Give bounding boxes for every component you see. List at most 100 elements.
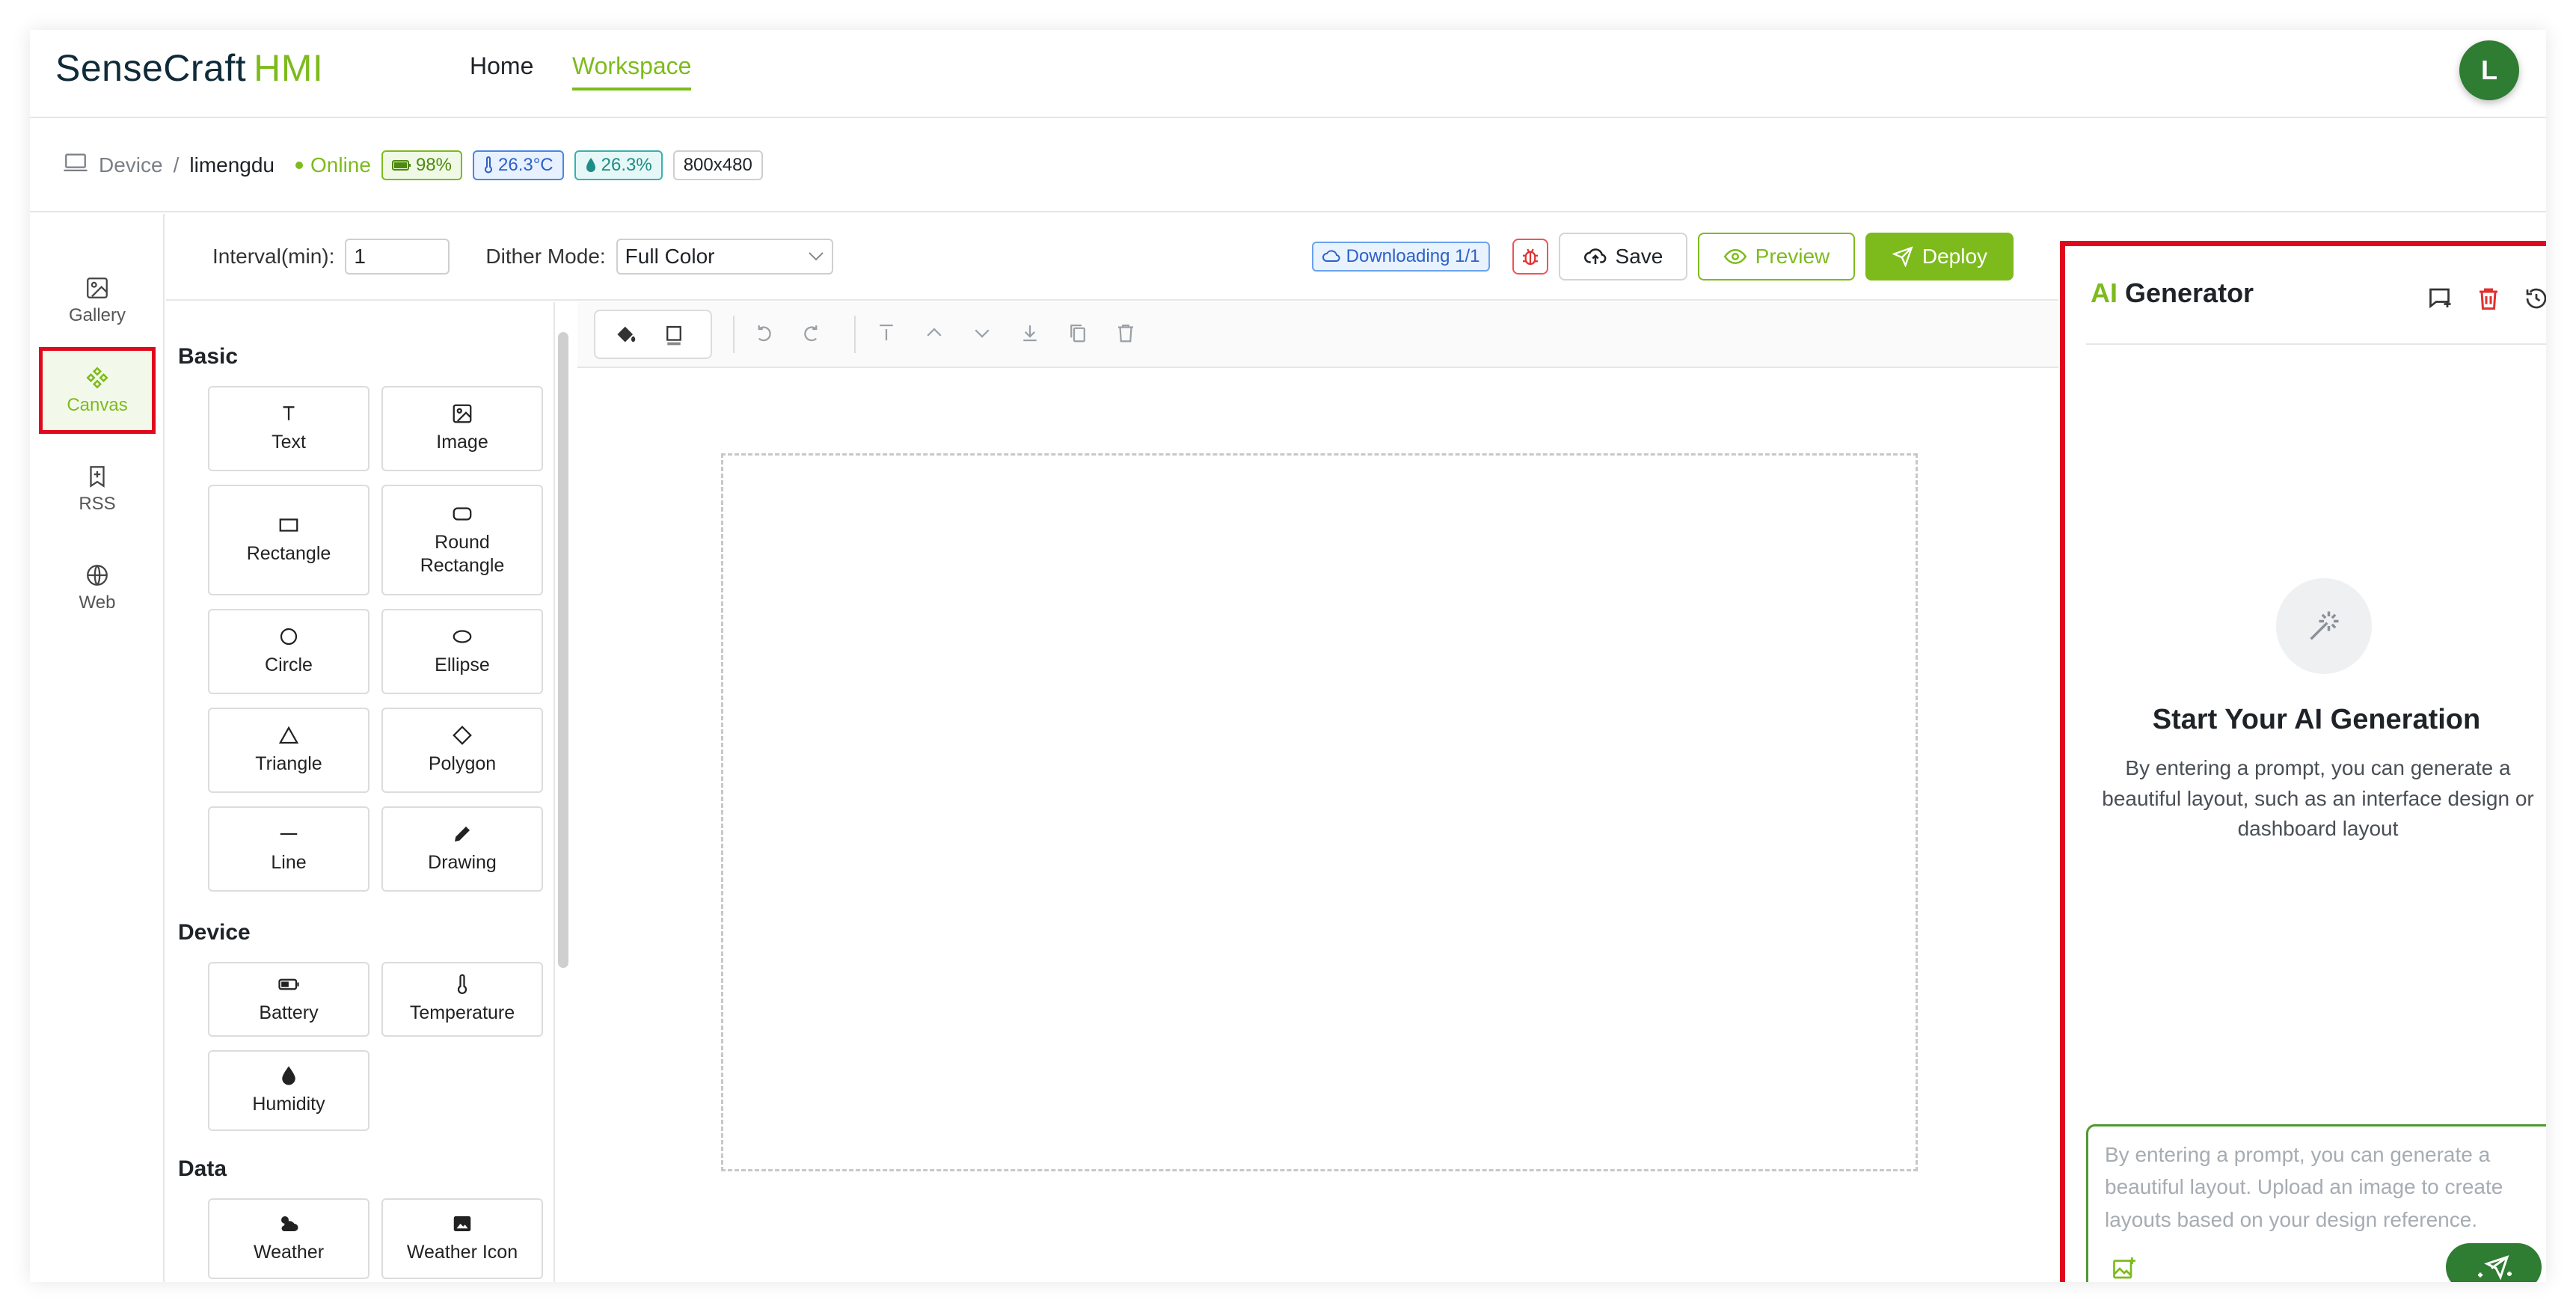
component-drawing[interactable]: Drawing [381, 806, 543, 892]
component-round-rectangle[interactable]: Round Rectangle [381, 485, 543, 595]
component-circle[interactable]: Circle [208, 609, 369, 694]
components-icon [86, 367, 108, 389]
laptop-icon [63, 152, 88, 180]
component-rectangle[interactable]: Rectangle [208, 485, 369, 595]
component-line[interactable]: Line [208, 806, 369, 892]
ai-generate-button[interactable] [2446, 1243, 2542, 1282]
picture-icon [453, 1216, 471, 1232]
component-battery[interactable]: Battery [208, 962, 369, 1037]
thermometer-icon [457, 974, 467, 995]
new-chat-icon[interactable] [2426, 283, 2456, 313]
redo-icon[interactable] [799, 320, 824, 346]
component-label: Round Rectangle [420, 531, 505, 576]
component-triangle[interactable]: Triangle [208, 708, 369, 793]
workspace-toolbar: Interval(min): 1 Dither Mode: Full Color… [166, 214, 2058, 301]
ai-title-rest: Generator [2125, 278, 2254, 308]
preview-button-label: Preview [1755, 245, 1830, 268]
battery-badge: 98% [381, 150, 462, 180]
sidebar-item-label: Gallery [68, 305, 126, 325]
sidebar-item-label: Web [79, 592, 116, 613]
ai-empty-state-description: By entering a prompt, you can generate a… [2102, 756, 2534, 841]
move-down-icon[interactable] [969, 320, 995, 346]
left-sidebar: Gallery Canvas RSS Web [30, 214, 165, 1282]
send-to-back-icon[interactable] [1017, 320, 1043, 346]
debug-button[interactable] [1512, 239, 1549, 275]
component-humidity[interactable]: Humidity [208, 1050, 369, 1131]
component-text[interactable]: Text [208, 386, 369, 471]
sidebar-item-rss[interactable]: RSS [39, 446, 156, 533]
resolution-badge: 800x480 [672, 150, 763, 180]
ai-prompt-placeholder: By entering a prompt, you can generate a… [2105, 1143, 2503, 1231]
app-logo[interactable]: SenseCraft HMI [55, 46, 323, 90]
circle-icon [280, 628, 298, 646]
copy-icon[interactable] [1065, 320, 1091, 346]
component-palette: Basic Text Image Rectangle Round Rectang… [166, 302, 555, 1282]
downloading-status-text: Downloading 1/1 [1346, 246, 1480, 266]
sidebar-item-gallery[interactable]: Gallery [39, 257, 156, 344]
bring-to-front-icon[interactable] [874, 320, 899, 346]
sidebar-item-web[interactable]: Web [39, 545, 156, 631]
thermometer-icon [485, 156, 492, 174]
component-label: Temperature [409, 1002, 515, 1024]
history-icon[interactable] [2521, 283, 2546, 313]
battery-icon [391, 160, 411, 171]
app-window: SenseCraft HMI Home Workspace L Device / … [30, 30, 2546, 1282]
humidity-value: 26.3% [601, 155, 652, 175]
downloading-status-tag: Downloading 1/1 [1311, 242, 1491, 272]
component-image[interactable]: Image [381, 386, 543, 471]
device-status-bar: Device / limengdu Online 98% 26.3°C 26.3… [30, 120, 2546, 212]
component-label: Humidity [252, 1094, 325, 1115]
humidity-badge: 26.3% [574, 150, 663, 180]
temperature-badge: 26.3°C [473, 150, 564, 180]
image-icon [453, 405, 472, 423]
online-status-text: Online [310, 153, 371, 177]
component-label: Weather Icon [406, 1242, 518, 1263]
component-temperature[interactable]: Temperature [381, 962, 543, 1037]
stroke-square-icon[interactable] [661, 322, 687, 347]
delete-icon[interactable] [1113, 320, 1138, 346]
battery-icon [278, 979, 299, 990]
toolbar-divider [854, 316, 856, 353]
paint-bucket-icon[interactable] [613, 322, 639, 347]
deploy-button[interactable]: Deploy [1865, 233, 2014, 281]
interval-label: Interval(min): [212, 245, 335, 268]
ai-prompt-input[interactable]: By entering a prompt, you can generate a… [2086, 1124, 2546, 1282]
component-label: Ellipse [435, 655, 490, 676]
undo-icon[interactable] [751, 320, 776, 346]
battery-value: 98% [415, 155, 452, 175]
globe-icon [87, 565, 108, 586]
image-icon [87, 278, 108, 298]
chevron-down-icon [808, 252, 824, 261]
component-ellipse[interactable]: Ellipse [381, 609, 543, 694]
component-weather-icon[interactable]: Weather Icon [381, 1198, 543, 1279]
sidebar-item-label: Canvas [67, 395, 128, 415]
preview-button[interactable]: Preview [1698, 233, 1856, 281]
component-polygon[interactable]: Polygon [381, 708, 543, 793]
canvas-artboard[interactable] [721, 453, 1918, 1171]
nav-home-link[interactable]: Home [470, 52, 533, 80]
interval-input[interactable]: 1 [345, 239, 450, 275]
logo-accent-text: HMI [254, 47, 324, 89]
polygon-icon [453, 726, 472, 746]
breadcrumb-device[interactable]: Device [99, 153, 163, 177]
move-up-icon[interactable] [921, 320, 947, 346]
top-navigation-bar: SenseCraft HMI Home Workspace L [30, 30, 2546, 118]
upload-image-icon[interactable] [2111, 1255, 2138, 1282]
palette-scrollbar[interactable] [558, 332, 568, 968]
dither-mode-select[interactable]: Full Color [616, 239, 833, 275]
save-button[interactable]: Save [1559, 233, 1688, 281]
round-rectangle-icon [453, 507, 472, 521]
ai-empty-state-title: Start Your AI Generation [2152, 704, 2481, 735]
section-title-device: Device [178, 920, 251, 945]
device-name: limengdu [189, 153, 275, 177]
deploy-button-label: Deploy [1922, 245, 1988, 268]
trash-icon[interactable] [2474, 283, 2503, 313]
component-weather[interactable]: Weather [208, 1198, 369, 1279]
sidebar-item-canvas[interactable]: Canvas [39, 347, 156, 434]
component-label: Weather [253, 1242, 325, 1263]
droplet-icon [282, 1066, 295, 1085]
nav-workspace-link[interactable]: Workspace [572, 52, 692, 91]
component-label: Circle [265, 655, 313, 676]
user-avatar[interactable]: L [2459, 40, 2519, 100]
rectangle-icon [279, 518, 298, 532]
